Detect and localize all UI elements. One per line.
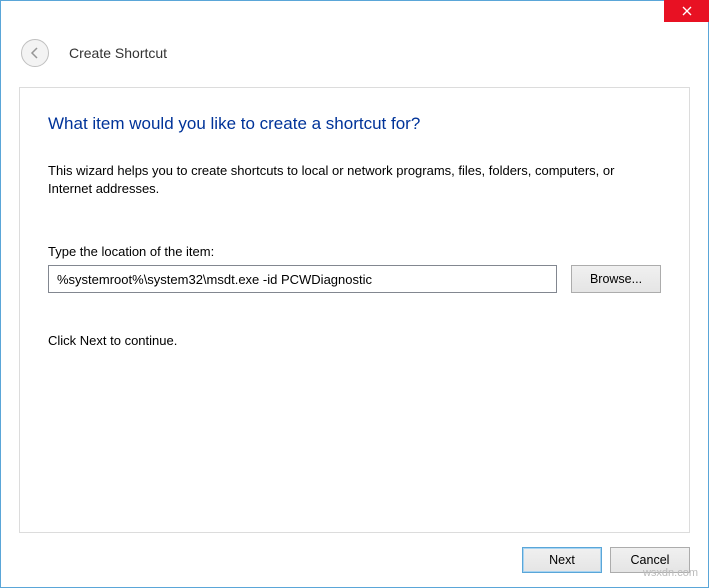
cancel-button[interactable]: Cancel: [610, 547, 690, 573]
wizard-title: Create Shortcut: [69, 45, 167, 61]
back-button[interactable]: [21, 39, 49, 67]
location-input[interactable]: [48, 265, 557, 293]
close-icon: [682, 6, 692, 16]
wizard-header: Create Shortcut: [1, 29, 708, 87]
page-description: This wizard helps you to create shortcut…: [48, 162, 661, 198]
page-heading: What item would you like to create a sho…: [48, 114, 661, 134]
content-panel: What item would you like to create a sho…: [19, 87, 690, 533]
browse-button[interactable]: Browse...: [571, 265, 661, 293]
wizard-footer: Next Cancel: [1, 533, 708, 587]
location-row: Browse...: [48, 265, 661, 293]
content-wrapper: What item would you like to create a sho…: [1, 87, 708, 533]
titlebar: [1, 1, 708, 29]
continue-text: Click Next to continue.: [48, 333, 661, 348]
wizard-window: Create Shortcut What item would you like…: [0, 0, 709, 588]
close-button[interactable]: [664, 0, 709, 22]
location-label: Type the location of the item:: [48, 244, 661, 259]
back-arrow-icon: [28, 46, 42, 60]
next-button[interactable]: Next: [522, 547, 602, 573]
